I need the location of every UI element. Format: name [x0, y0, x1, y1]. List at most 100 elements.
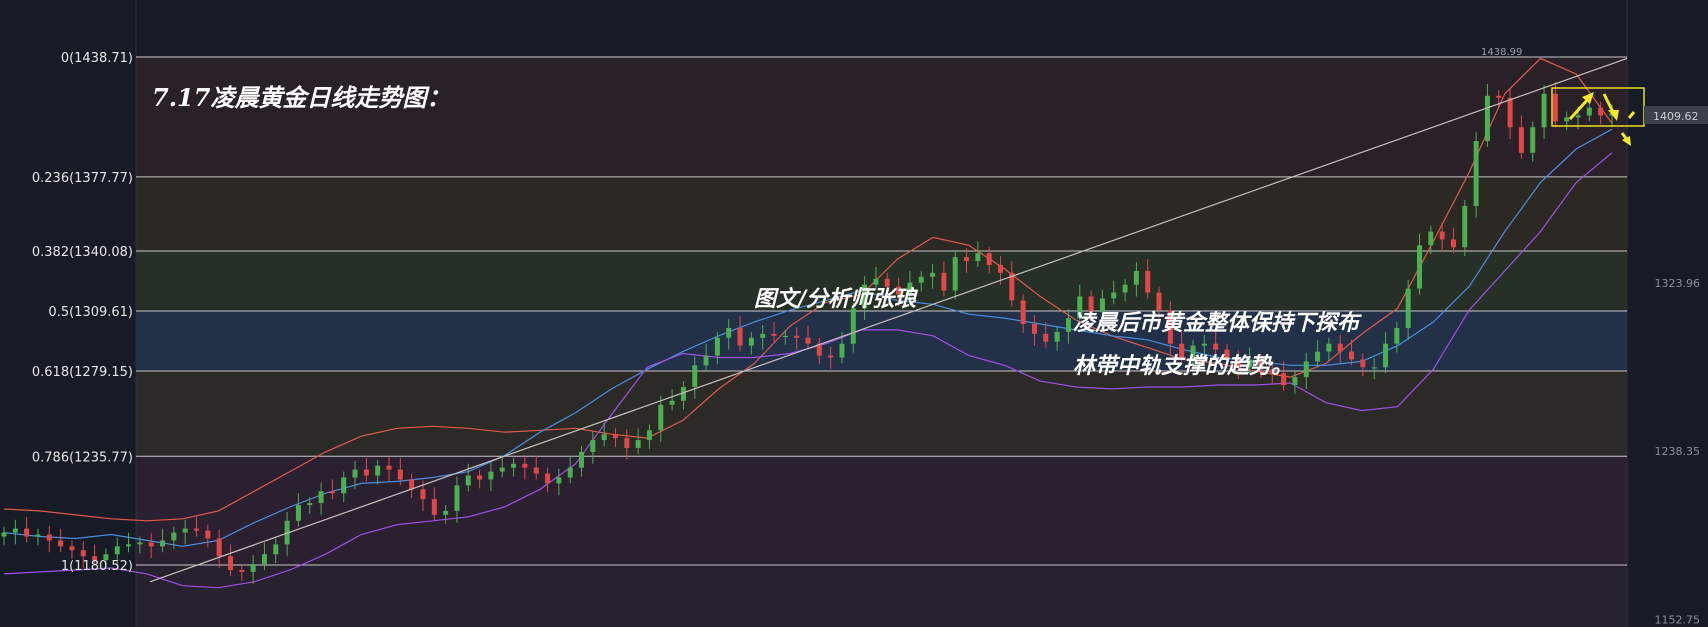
candle-body	[307, 503, 313, 506]
candle-body	[1552, 93, 1558, 122]
candle-body	[386, 465, 392, 470]
fib-level-label: 0.618(1279.15)	[32, 365, 133, 380]
current-price-text: 1409.62	[1653, 110, 1699, 123]
gold-daily-chart: 0(1438.71) 0.236(1377.77) 0.382(1340.08) 0.…	[0, 0, 1708, 627]
candle-body	[194, 528, 200, 531]
candle-body	[590, 440, 596, 452]
candle-body	[1496, 95, 1502, 98]
candle-body	[579, 451, 585, 468]
candle-body	[443, 510, 449, 515]
candle-body	[431, 499, 437, 515]
candle-body	[24, 528, 30, 537]
candle-body	[635, 440, 641, 448]
candle-body	[1337, 343, 1343, 352]
candle-body	[465, 475, 471, 486]
candle-body	[930, 272, 936, 277]
fib-level-label: 0.382(1340.08)	[32, 245, 133, 260]
candle-body	[828, 355, 834, 358]
candle-body	[352, 469, 358, 478]
candle-body	[1598, 107, 1604, 116]
candle-body	[499, 467, 505, 472]
candle-body	[794, 335, 800, 338]
fib-level-label: 1(1180.52)	[61, 559, 133, 574]
candle-body	[612, 434, 618, 439]
candle-body	[35, 534, 41, 537]
candle-body	[1575, 115, 1581, 118]
price-axis-tick: 1323.96	[1655, 277, 1701, 290]
fib-zone	[136, 311, 1627, 371]
candle-body	[1530, 127, 1536, 153]
candle-body	[160, 540, 166, 547]
candle-body	[148, 542, 154, 547]
candle-body	[250, 564, 256, 572]
candle-body	[545, 473, 551, 484]
candle-body	[137, 542, 143, 545]
candle-body	[182, 528, 188, 533]
candle-body	[726, 327, 732, 338]
candle-body	[873, 278, 879, 285]
fib-zone-below	[136, 565, 1627, 627]
candle-body	[1450, 239, 1456, 248]
candle-body	[12, 528, 18, 533]
candle-body	[986, 253, 992, 265]
candle-body	[782, 335, 788, 338]
candle-body	[952, 257, 958, 291]
candle-body	[692, 365, 698, 387]
candle-body	[126, 544, 132, 547]
fib-zone	[136, 57, 1627, 177]
candle-body	[69, 546, 75, 551]
candle-body	[646, 430, 652, 441]
watermark-text: 图文/分析师张琅	[754, 286, 919, 312]
candle-body	[1145, 270, 1151, 293]
fib-level-label: 0.5(1309.61)	[48, 305, 133, 320]
candle-body	[1405, 288, 1411, 328]
candle-body	[964, 257, 970, 262]
candle-body	[839, 343, 845, 358]
candle-body	[1349, 351, 1355, 360]
candle-body	[1043, 333, 1049, 342]
candle-body	[1439, 231, 1445, 240]
candle-body	[375, 465, 381, 476]
candle-body	[477, 475, 483, 480]
comment-line-1: 凌晨后市黄金整体保持下探布	[1073, 310, 1362, 336]
candle-body	[624, 438, 630, 448]
fib-level-label: 0.236(1377.77)	[32, 171, 133, 186]
candle-body	[1371, 367, 1377, 369]
candle-body	[1518, 127, 1524, 153]
candle-body	[533, 467, 539, 474]
candle-body	[1292, 377, 1298, 386]
candle-body	[420, 489, 426, 500]
current-price-tag: 1409.62	[1644, 106, 1708, 124]
candle-body	[488, 471, 494, 480]
candle-body	[1541, 93, 1547, 128]
candle-body	[261, 554, 267, 565]
fib-level-label: 0(1438.71)	[61, 51, 133, 66]
candle-body	[1201, 343, 1207, 346]
candle-body	[46, 534, 52, 541]
candle-body	[748, 337, 754, 346]
candle-body	[205, 530, 211, 539]
candle-body	[737, 327, 743, 346]
candle-body	[1394, 327, 1400, 344]
candle-body	[556, 477, 562, 484]
candle-body	[1156, 292, 1162, 311]
candle-body	[1564, 117, 1570, 122]
candle-body	[941, 272, 947, 291]
candle-body	[454, 485, 460, 511]
candle-body	[511, 463, 517, 468]
candle-body	[1484, 95, 1490, 142]
candle-body	[171, 532, 177, 541]
candle-body	[295, 505, 301, 521]
candle-body	[669, 400, 675, 405]
candle-body	[1383, 343, 1389, 368]
fib-zone	[136, 456, 1627, 565]
candle-body	[703, 355, 709, 366]
candle-body	[1020, 300, 1026, 325]
candle-body	[1428, 231, 1434, 246]
fib-zone	[136, 176, 1627, 252]
candle-body	[805, 337, 811, 344]
candle-body	[1586, 107, 1592, 116]
candle-body	[1315, 351, 1321, 362]
candle-body	[1416, 245, 1422, 289]
candle-body	[601, 434, 607, 441]
